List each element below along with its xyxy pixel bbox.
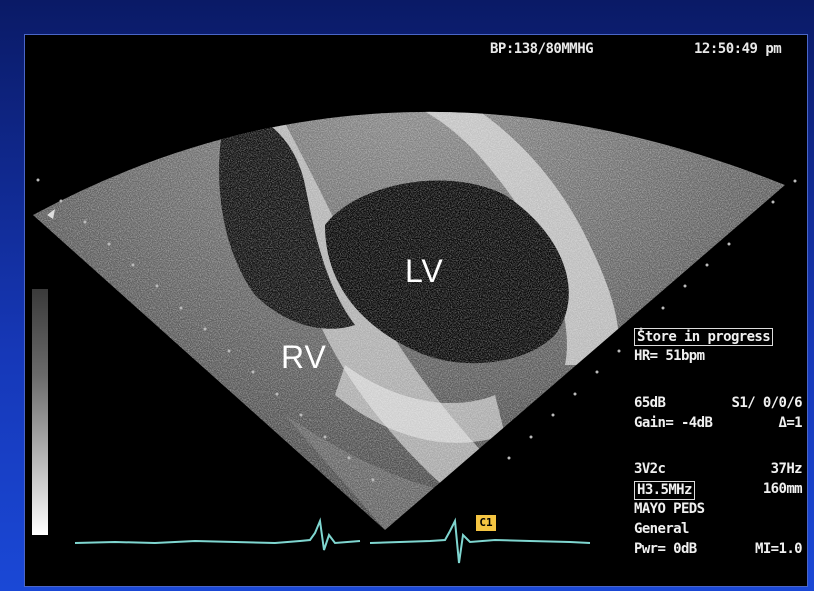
grayscale-bar bbox=[32, 289, 48, 535]
db-line: 65dB S1/ 0/0/6 bbox=[634, 395, 803, 412]
depth-value: 160mm bbox=[762, 481, 803, 497]
gain-line: Gain= -4dB Δ=1 bbox=[634, 415, 803, 432]
mi-value: MI=1.0 bbox=[755, 541, 803, 557]
db-value: 65dB bbox=[634, 395, 666, 411]
ultrasound-screen: BP:138/80MMHG 12:50:49 pm LV RV C1 Store… bbox=[24, 34, 808, 587]
institution-label: MAYO PEDS bbox=[634, 501, 705, 517]
frequency-value: H3.5MHz bbox=[634, 481, 695, 500]
probe-line: 3V2c 37Hz bbox=[634, 461, 803, 478]
preset-label: General bbox=[634, 521, 689, 537]
heart-rate: HR= 51bpm bbox=[634, 348, 705, 364]
frequency-line: H3.5MHz 160mm bbox=[634, 481, 803, 500]
lv-label: LV bbox=[405, 253, 444, 289]
rv-label: RV bbox=[281, 339, 327, 375]
clock-readout: 12:50:49 pm bbox=[694, 41, 782, 57]
delta-value: Δ=1 bbox=[778, 415, 803, 431]
gain-value: Gain= -4dB bbox=[634, 415, 713, 431]
probe-name: 3V2c bbox=[634, 461, 666, 477]
ecg-marker-badge: C1 bbox=[476, 515, 496, 531]
power-value: Pwr= 0dB bbox=[634, 541, 697, 557]
power-line: Pwr= 0dB MI=1.0 bbox=[634, 541, 803, 558]
store-status: Store in progress bbox=[634, 328, 774, 346]
frame-rate: 37Hz bbox=[770, 461, 803, 477]
s1-setting: S1/ 0/0/6 bbox=[731, 395, 803, 411]
ecg-trace bbox=[74, 517, 591, 564]
blood-pressure-readout: BP:138/80MMHG bbox=[490, 41, 594, 57]
